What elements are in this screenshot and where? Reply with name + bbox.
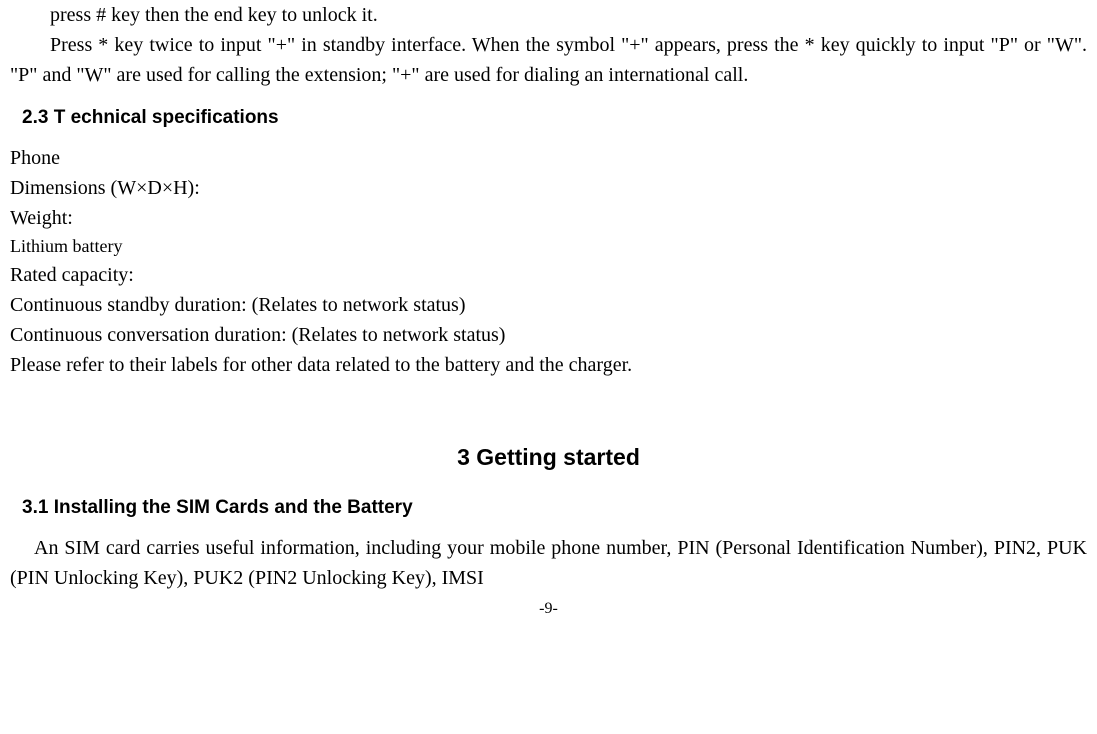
heading-chapter-3: 3 Getting started	[10, 440, 1087, 475]
body-text-star-key: Press * key twice to input "+" in standb…	[10, 30, 1087, 90]
heading-3-1: 3.1 Installing the SIM Cards and the Bat…	[22, 494, 1087, 523]
spec-rated: Rated capacity:	[10, 260, 1087, 290]
spec-dimensions: Dimensions (W×D×H):	[10, 173, 1087, 203]
spec-conversation: Continuous conversation duration: (Relat…	[10, 320, 1087, 350]
body-text: press # key then the end key to unlock i…	[10, 0, 1087, 30]
page-number: -9-	[10, 597, 1087, 621]
heading-2-3: 2.3 T echnical specifications	[22, 104, 1087, 133]
spec-refer: Please refer to their labels for other d…	[10, 350, 1087, 380]
spec-phone: Phone	[10, 143, 1087, 173]
spec-battery: Lithium battery	[10, 233, 1087, 260]
section-3-1-para: An SIM card carries useful information, …	[10, 533, 1087, 593]
spec-standby: Continuous standby duration: (Relates to…	[10, 290, 1087, 320]
spec-weight: Weight:	[10, 203, 1087, 233]
